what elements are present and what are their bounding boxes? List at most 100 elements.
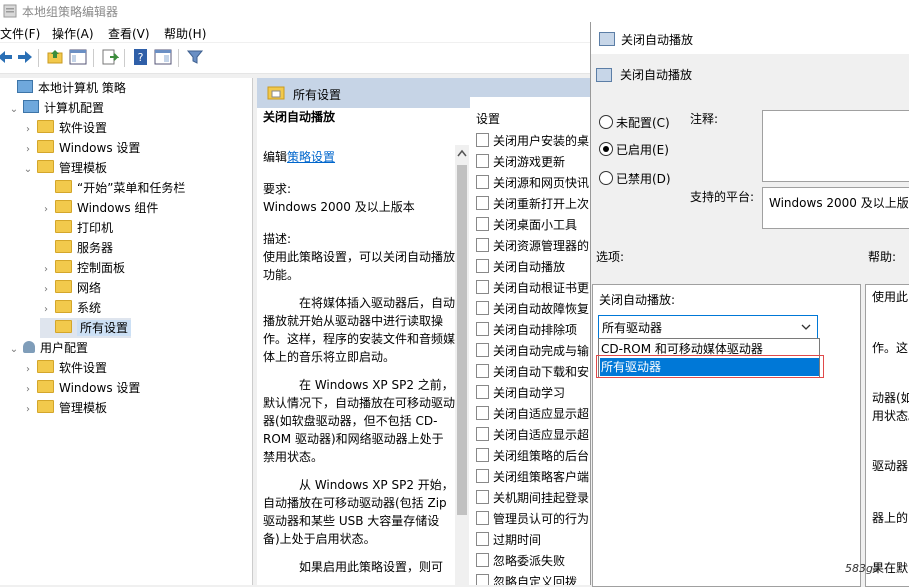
back-arrow-icon[interactable]: [0, 48, 14, 66]
scroll-up-icon[interactable]: [457, 149, 467, 157]
settings-list-item[interactable]: 关闭自动根证书更: [476, 278, 589, 299]
chevron-right-icon[interactable]: ›: [40, 280, 52, 300]
edit-policy-link[interactable]: 策略设置: [287, 150, 335, 164]
edit-prefix: 编辑: [263, 150, 288, 164]
tree-item[interactable]: › Windows 组件: [40, 198, 158, 218]
comment-textarea[interactable]: [762, 110, 909, 182]
export-list-icon[interactable]: [101, 48, 119, 66]
settings-list-item[interactable]: 过期时间: [476, 530, 541, 551]
show-hide-tree-icon[interactable]: [69, 48, 87, 66]
settings-list-item-label: 关闭源和网页快讯: [493, 176, 590, 190]
description-paragraph: 从 Windows XP SP2 开始，自动播放在可移动驱动器(包括 Zip 驱…: [263, 478, 454, 546]
forward-arrow-icon[interactable]: [16, 48, 34, 66]
settings-list-item[interactable]: 关闭游戏更新: [476, 152, 565, 173]
folder-icon: [55, 220, 72, 233]
settings-list-item[interactable]: 忽略委派失败: [476, 551, 565, 572]
tree-item[interactable]: › 网络: [40, 278, 101, 298]
chevron-right-icon[interactable]: ›: [22, 360, 34, 380]
settings-list-item[interactable]: 关闭自适应显示超: [476, 404, 589, 425]
watermark: 583ga: [845, 562, 880, 575]
supported-platform-label: 支持的平台:: [690, 190, 755, 204]
chevron-right-icon[interactable]: ›: [22, 380, 34, 400]
folder-settings-icon: [267, 86, 285, 100]
settings-list-item[interactable]: 关闭自动完成与输: [476, 341, 589, 362]
dialog-title-bar: 关闭自动播放: [591, 22, 909, 54]
help-icon[interactable]: ?: [132, 48, 150, 66]
chevron-right-icon[interactable]: ›: [22, 120, 34, 140]
up-folder-icon[interactable]: [46, 48, 64, 66]
chevron-down-icon[interactable]: ⌄: [8, 100, 20, 120]
menu-help[interactable]: 帮助(H): [164, 25, 206, 42]
computer-icon: [23, 100, 39, 113]
tree-item[interactable]: 打印机: [40, 218, 113, 238]
settings-list-item[interactable]: 关闭自动排除项: [476, 320, 577, 341]
settings-list-item[interactable]: 关闭源和网页快讯: [476, 173, 589, 194]
menu-view[interactable]: 查看(V): [108, 25, 150, 42]
settings-list-item-label: 关闭自适应显示超: [493, 428, 590, 442]
settings-column-header[interactable]: 设置: [476, 110, 500, 127]
radio-enabled-label[interactable]: 已启用(E): [616, 141, 669, 158]
settings-list-item-label: 关闭自动故障恢复: [493, 302, 590, 316]
chevron-right-icon[interactable]: ›: [22, 140, 34, 160]
tree-item[interactable]: › 软件设置: [22, 358, 107, 378]
filter-icon[interactable]: [186, 48, 204, 66]
chevron-down-icon[interactable]: ⌄: [8, 340, 20, 360]
tree-item[interactable]: › 控制面板: [40, 258, 125, 278]
tree-item-label: 控制面板: [77, 261, 126, 275]
policy-setting-icon: [476, 133, 489, 147]
settings-list-item[interactable]: 关闭自适应显示超: [476, 425, 589, 446]
tree-item[interactable]: “开始”菜单和任务栏: [40, 178, 185, 198]
tree-item[interactable]: › 管理模板: [22, 398, 107, 418]
option-field-label: 关闭自动播放:: [599, 293, 676, 307]
chevron-right-icon[interactable]: ›: [40, 260, 52, 280]
settings-list-item[interactable]: 管理员认可的行为: [476, 509, 589, 530]
tree-item[interactable]: 服务器: [40, 238, 113, 258]
settings-list-item[interactable]: 关闭自动播放: [476, 257, 565, 278]
tree-item[interactable]: › 软件设置: [22, 118, 107, 138]
tree-item-label: 网络: [77, 281, 102, 295]
folder-icon: [37, 160, 54, 173]
tree-item[interactable]: 本地计算机 策略: [2, 78, 126, 98]
menu-action[interactable]: 操作(A): [52, 25, 94, 42]
autoplay-drive-combobox[interactable]: 所有驱动器: [598, 315, 818, 339]
settings-list-item[interactable]: 关闭桌面小工具: [476, 215, 577, 236]
settings-list-item[interactable]: 关闭组策略的后台: [476, 446, 589, 467]
settings-list-item[interactable]: 关闭资源管理器的: [476, 236, 589, 257]
tree-item-label: 软件设置: [59, 121, 108, 135]
policy-setting-icon: [476, 175, 489, 189]
settings-list-item[interactable]: 关闭自动学习: [476, 383, 565, 404]
settings-list-item[interactable]: 关闭自动故障恢复: [476, 299, 589, 320]
tree-item-label: “开始”菜单和任务栏: [77, 181, 186, 195]
folder-icon: [37, 140, 54, 153]
settings-list-item[interactable]: 关闭重新打开上次: [476, 194, 589, 215]
tree-item[interactable]: › Windows 设置: [22, 138, 140, 158]
tree-item[interactable]: ⌄ 计算机配置: [8, 98, 104, 118]
menu-file[interactable]: 文件(F): [0, 25, 40, 42]
radio-not-configured-label[interactable]: 未配置(C): [616, 114, 670, 131]
settings-list-item[interactable]: 忽略自定义回拨: [476, 572, 577, 585]
radio-disabled-label[interactable]: 已禁用(D): [616, 170, 671, 187]
folder-icon: [55, 300, 72, 313]
settings-list-item-label: 关闭用户安装的桌: [493, 134, 590, 148]
tree-item[interactable]: ⌄ 用户配置: [8, 338, 88, 358]
tree-item-label: 用户配置: [40, 341, 89, 355]
scrollbar-thumb[interactable]: [457, 165, 467, 515]
tree-item[interactable]: 所有设置: [40, 318, 132, 338]
radio-disabled[interactable]: [599, 171, 613, 185]
settings-list-item[interactable]: 关机期间挂起登录: [476, 488, 589, 509]
chevron-right-icon[interactable]: ›: [40, 300, 52, 320]
properties-pane-icon[interactable]: [154, 48, 172, 66]
radio-enabled[interactable]: [599, 142, 613, 156]
settings-list-item[interactable]: 关闭组策略客户端: [476, 467, 589, 488]
chevron-down-icon[interactable]: [801, 323, 811, 331]
tree-item[interactable]: › 系统: [40, 298, 101, 318]
policy-setting-icon: [476, 469, 489, 483]
chevron-right-icon[interactable]: ›: [40, 200, 52, 220]
tree-item[interactable]: › Windows 设置: [22, 378, 140, 398]
chevron-right-icon[interactable]: ›: [22, 400, 34, 420]
settings-list-item[interactable]: 关闭用户安装的桌: [476, 131, 589, 152]
chevron-down-icon[interactable]: ⌄: [22, 160, 34, 180]
radio-not-configured[interactable]: [599, 115, 613, 129]
settings-list-item[interactable]: 关闭自动下载和安: [476, 362, 589, 383]
tree-item[interactable]: ⌄ 管理模板: [22, 158, 107, 178]
